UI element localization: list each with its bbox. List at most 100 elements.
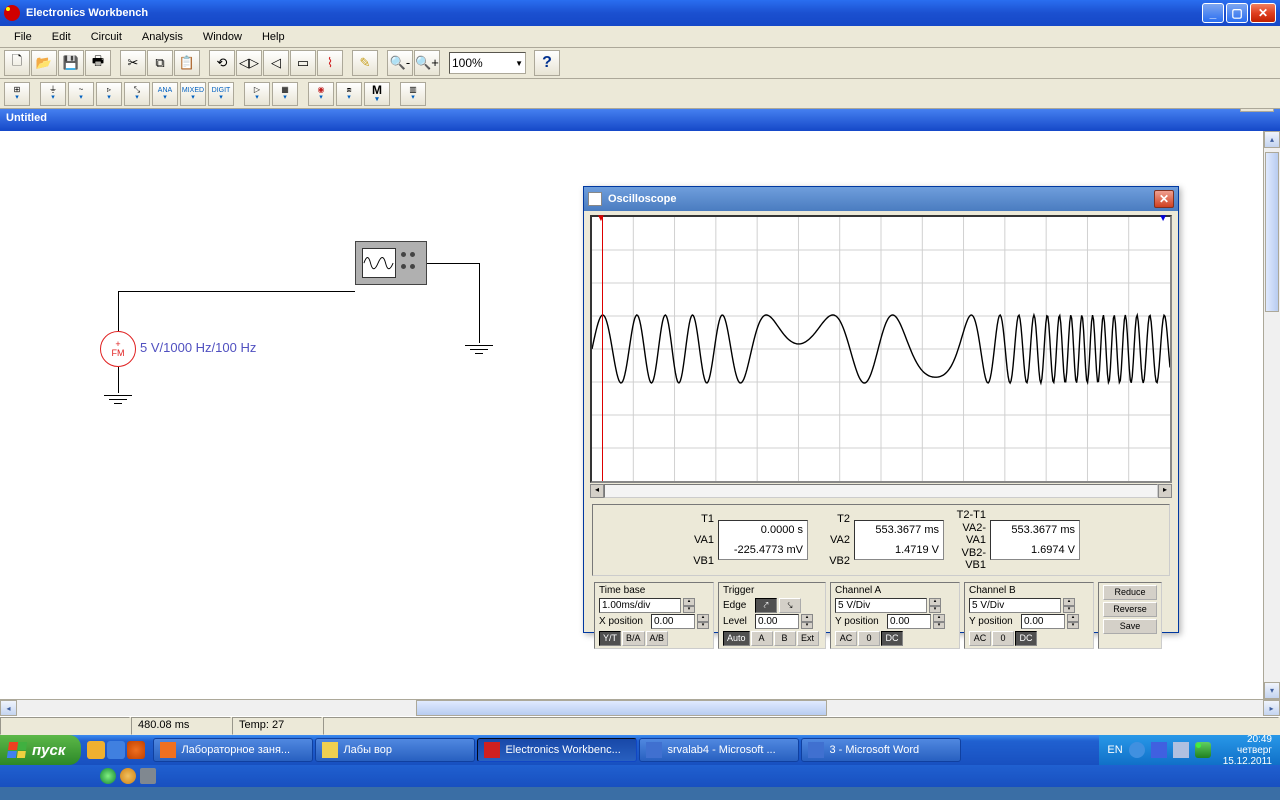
ql-icon-1[interactable] bbox=[87, 741, 105, 759]
timebase-xpos[interactable]: 0.00 bbox=[651, 614, 695, 629]
oscilloscope-hscroll[interactable]: ◂▸ bbox=[590, 484, 1172, 498]
menu-edit[interactable]: Edit bbox=[42, 29, 81, 45]
fm-source[interactable]: + FM bbox=[100, 331, 136, 367]
indicators-bin[interactable]: ◉▾ bbox=[308, 82, 334, 106]
cursor-t2-marker[interactable]: ▼ bbox=[1158, 213, 1168, 224]
fm-source-label: 5 V/1000 Hz/100 Hz bbox=[140, 340, 256, 355]
digital-bin[interactable]: DIGIT▾ bbox=[208, 82, 234, 106]
rotate-button[interactable]: ⟲ bbox=[209, 50, 235, 76]
logic-bin[interactable]: ▷▾ bbox=[244, 82, 270, 106]
cha-dc-button[interactable]: DC bbox=[881, 631, 903, 646]
circuit-canvas[interactable]: + FM 5 V/1000 Hz/100 Hz Oscilloscope ✕ bbox=[0, 131, 1280, 699]
save-trace-button[interactable]: Save bbox=[1103, 619, 1157, 634]
tb2-icon-3[interactable] bbox=[140, 768, 156, 784]
save-button[interactable]: 💾 bbox=[58, 50, 84, 76]
diodes-bin[interactable]: ▹▾ bbox=[96, 82, 122, 106]
reduce-button[interactable]: Reduce bbox=[1103, 585, 1157, 600]
oscilloscope-titlebar[interactable]: Oscilloscope ✕ bbox=[584, 187, 1178, 211]
cha-zero-button[interactable]: 0 bbox=[858, 631, 880, 646]
controls-bin[interactable]: ⧈▾ bbox=[336, 82, 362, 106]
taskbar-row2 bbox=[0, 765, 1280, 787]
task-icon bbox=[808, 742, 824, 758]
statusbar: 480.08 ms Temp: 27 bbox=[0, 716, 1280, 735]
tray-icon-1[interactable] bbox=[1129, 742, 1145, 758]
ql-firefox-icon[interactable] bbox=[127, 741, 145, 759]
ground-right[interactable] bbox=[465, 337, 493, 354]
misc-bin[interactable]: M▾ bbox=[364, 82, 390, 106]
taskbar-task[interactable]: Лабы вор bbox=[315, 738, 475, 762]
chb-dc-button[interactable]: DC bbox=[1015, 631, 1037, 646]
tb2-icon-1[interactable] bbox=[100, 768, 116, 784]
menu-file[interactable]: File bbox=[4, 29, 42, 45]
mixed-bin[interactable]: MIXED▾ bbox=[180, 82, 206, 106]
ba-button[interactable]: B/A bbox=[622, 631, 645, 646]
edge-fall-button[interactable]: ⤥ bbox=[779, 598, 801, 613]
oscilloscope-component[interactable] bbox=[355, 241, 427, 285]
trig-ext-button[interactable]: Ext bbox=[797, 631, 819, 646]
taskbar-task[interactable]: Electronics Workbenc... bbox=[477, 738, 637, 762]
trig-a-button[interactable]: A bbox=[751, 631, 773, 646]
cha-ypos[interactable]: 0.00 bbox=[887, 614, 931, 629]
basic-bin[interactable]: ~▾ bbox=[68, 82, 94, 106]
lang-indicator[interactable]: EN bbox=[1107, 744, 1122, 756]
cursor-t1-marker[interactable]: ▼ bbox=[596, 213, 606, 224]
chb-ypos[interactable]: 0.00 bbox=[1021, 614, 1065, 629]
zoomout-button[interactable]: 🔍- bbox=[387, 50, 413, 76]
menu-help[interactable]: Help bbox=[252, 29, 295, 45]
taskbar-task[interactable]: 3 - Microsoft Word bbox=[801, 738, 961, 762]
print-button[interactable]: 🖶 bbox=[85, 50, 111, 76]
chb-div[interactable]: 5 V/Div bbox=[969, 598, 1061, 613]
cut-button[interactable]: ✂ bbox=[120, 50, 146, 76]
menu-analysis[interactable]: Analysis bbox=[132, 29, 193, 45]
timebase-div[interactable]: 1.00ms/div bbox=[599, 598, 681, 613]
ql-icon-2[interactable] bbox=[107, 741, 125, 759]
edge-rise-button[interactable]: ⤤ bbox=[755, 598, 777, 613]
start-button[interactable]: пуск bbox=[0, 735, 81, 765]
paste-button[interactable]: 📋 bbox=[174, 50, 200, 76]
taskbar-clock[interactable]: 20:49 четверг 15.12.2011 bbox=[1217, 734, 1272, 767]
trig-b-button[interactable]: B bbox=[774, 631, 796, 646]
instruments-bin[interactable]: ▥▾ bbox=[400, 82, 426, 106]
flipv-button[interactable]: ◁ bbox=[263, 50, 289, 76]
tray-network-icon[interactable] bbox=[1195, 742, 1211, 758]
oscilloscope-display[interactable]: ▼ ▼ bbox=[590, 215, 1172, 483]
subcircuit-button[interactable]: ▭ bbox=[290, 50, 316, 76]
ab-button[interactable]: A/B bbox=[646, 631, 669, 646]
zoomin-button[interactable]: 🔍+ bbox=[414, 50, 440, 76]
tb2-icon-2[interactable] bbox=[120, 768, 136, 784]
oscilloscope-close-button[interactable]: ✕ bbox=[1154, 190, 1174, 208]
cha-ac-button[interactable]: AC bbox=[835, 631, 857, 646]
ic-bin[interactable]: ▦▾ bbox=[272, 82, 298, 106]
canvas-vscroll[interactable]: ▴▾ bbox=[1263, 131, 1280, 699]
new-button[interactable]: 🗋 bbox=[4, 50, 30, 76]
fliph-button[interactable]: ◁▷ bbox=[236, 50, 262, 76]
help-button[interactable]: ? bbox=[534, 50, 560, 76]
transistors-bin[interactable]: ⤡▾ bbox=[124, 82, 150, 106]
analog-bin[interactable]: ANA▾ bbox=[152, 82, 178, 106]
menu-window[interactable]: Window bbox=[193, 29, 252, 45]
chb-ac-button[interactable]: AC bbox=[969, 631, 991, 646]
graph-button[interactable]: ⌇ bbox=[317, 50, 343, 76]
reverse-button[interactable]: Reverse bbox=[1103, 602, 1157, 617]
taskbar-task[interactable]: srvalab4 - Microsoft ... bbox=[639, 738, 799, 762]
yt-button[interactable]: Y/T bbox=[599, 631, 621, 646]
open-button[interactable]: 📂 bbox=[31, 50, 57, 76]
sources-bin[interactable]: ⏚▾ bbox=[40, 82, 66, 106]
tray-wifi-icon[interactable] bbox=[1173, 742, 1189, 758]
maximize-button[interactable]: ▢ bbox=[1226, 3, 1248, 23]
menu-circuit[interactable]: Circuit bbox=[81, 29, 132, 45]
trigger-level[interactable]: 0.00 bbox=[755, 614, 799, 629]
ground-left[interactable] bbox=[104, 387, 132, 404]
tray-icon-2[interactable] bbox=[1151, 742, 1167, 758]
zoom-select[interactable]: 100%▼ bbox=[449, 52, 526, 74]
close-button[interactable]: ✕ bbox=[1250, 3, 1276, 23]
favorites-bin[interactable]: ⊞▾ bbox=[4, 82, 30, 106]
chb-zero-button[interactable]: 0 bbox=[992, 631, 1014, 646]
canvas-hscroll[interactable]: ◂▸ bbox=[0, 699, 1280, 716]
minimize-button[interactable]: _ bbox=[1202, 3, 1224, 23]
taskbar-task[interactable]: Лабораторное заня... bbox=[153, 738, 313, 762]
trig-auto-button[interactable]: Auto bbox=[723, 631, 750, 646]
cha-div[interactable]: 5 V/Div bbox=[835, 598, 927, 613]
copy-button[interactable]: ⧉ bbox=[147, 50, 173, 76]
probe-button[interactable]: ✎ bbox=[352, 50, 378, 76]
